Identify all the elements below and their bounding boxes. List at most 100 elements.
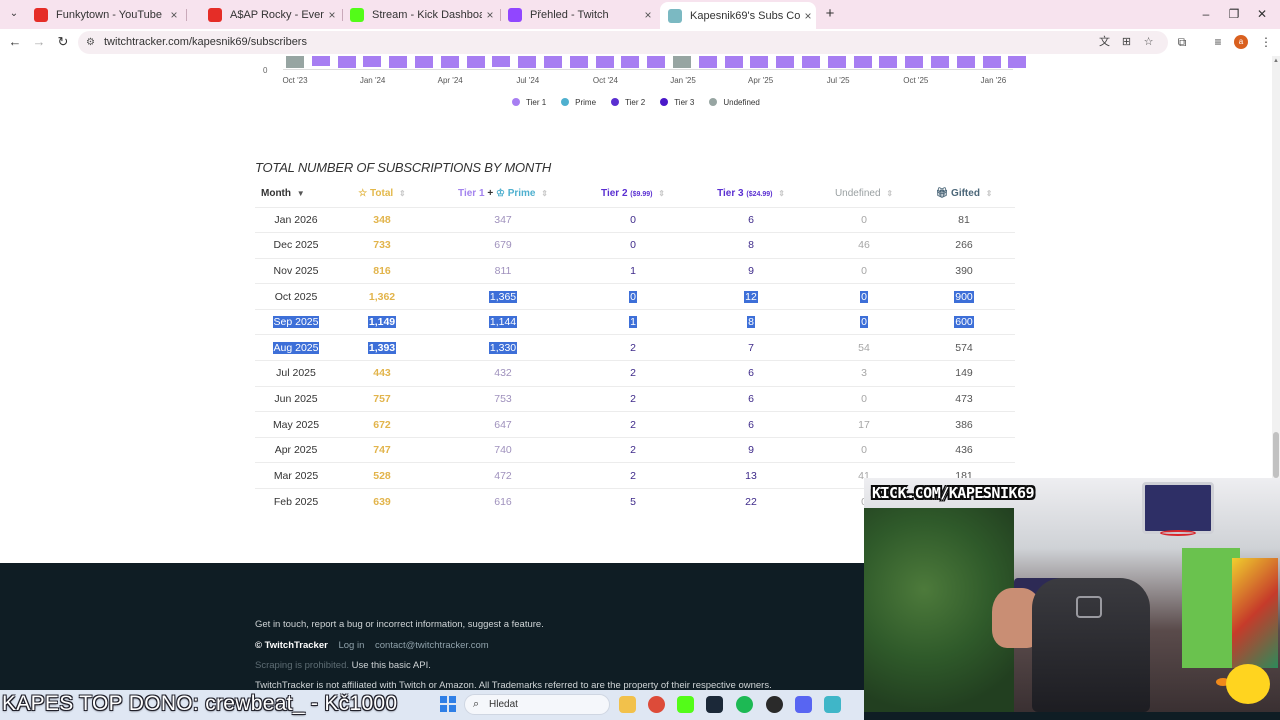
cell-value: 54 xyxy=(858,341,870,354)
cell-total: 639 xyxy=(337,488,427,515)
tab-asap-rocky[interactable]: A$AP Rocky - Everyday (Officia × xyxy=(200,4,340,26)
table-row: Nov 2025 816 811 1 9 0 390 xyxy=(255,257,1015,284)
tab-search-icon[interactable]: ⌄ xyxy=(6,6,22,22)
kick-app-icon[interactable] xyxy=(677,696,694,713)
legend-item[interactable]: Tier 2 xyxy=(611,96,645,108)
cell-total: 747 xyxy=(337,436,427,463)
bookmark-star-icon[interactable]: ☆ xyxy=(1141,35,1156,50)
chart-bar xyxy=(853,56,872,68)
tab-title: Funkytown - YouTube xyxy=(56,9,162,21)
legend-item[interactable]: Tier 3 xyxy=(660,96,694,108)
cell-value: Sep 2025 xyxy=(272,316,320,329)
url-text[interactable]: twitchtracker.com/kapesnik69/subscribers xyxy=(104,36,307,48)
chart-bar xyxy=(595,56,614,68)
footer-links: © TwitchTracker Log in contact@twitchtra… xyxy=(255,640,489,651)
address-bar[interactable]: ⚙ twitchtracker.com/kapesnik69/subscribe… xyxy=(78,31,1168,54)
tab-twitch-overview[interactable]: Přehled - Twitch × xyxy=(500,4,656,26)
app-icon[interactable] xyxy=(824,696,841,713)
reload-icon[interactable]: ↻ xyxy=(55,34,71,50)
cell-undef: 0 xyxy=(815,436,913,463)
menu-icon[interactable]: ⋮ xyxy=(1258,34,1274,50)
footer-login-link[interactable]: Log in xyxy=(338,640,364,651)
tab-kick-dashboard[interactable]: Stream - Kick Dashboard × xyxy=(342,4,498,26)
taskbar-search[interactable]: ⌕ Hledat xyxy=(464,694,610,715)
cell-value: 639 xyxy=(373,495,391,508)
cell-t3: 6 xyxy=(687,411,815,438)
obs-icon[interactable] xyxy=(766,696,783,713)
close-tab-icon[interactable]: × xyxy=(324,8,340,22)
footer-contact-line[interactable]: Get in touch, report a bug or incorrect … xyxy=(255,619,544,630)
cell-value: 2 xyxy=(630,444,636,457)
sort-icon: ⇕ xyxy=(658,189,665,199)
legend-item[interactable]: Tier 1 xyxy=(512,96,546,108)
column-header-undefined[interactable]: Undefined ⇕ xyxy=(815,181,913,207)
chrome-icon[interactable] xyxy=(648,696,665,713)
install-app-icon[interactable]: ⊞ xyxy=(1119,35,1134,50)
forward-icon[interactable]: → xyxy=(31,34,47,50)
windows-start-icon[interactable] xyxy=(440,696,456,712)
chart-bar xyxy=(724,56,743,68)
steam-icon[interactable] xyxy=(706,696,723,713)
cell-value: 0 xyxy=(861,392,867,405)
table-row: Jun 2025 757 753 2 6 0 473 xyxy=(255,385,1015,412)
close-tab-icon[interactable]: × xyxy=(482,8,498,22)
subscriptions-table: Month ▼ ☆ Total ⇕ Tier 1 + ♔ Prime ⇕ Tie… xyxy=(255,181,1015,515)
media-controls-icon[interactable]: ≡ xyxy=(1210,34,1226,50)
footer-api-link[interactable]: Use this basic API. xyxy=(352,660,431,671)
file-explorer-icon[interactable] xyxy=(619,696,636,713)
cell-t2: 1 xyxy=(579,308,687,335)
y-axis-zero-label: 0 xyxy=(263,66,268,75)
footer-email-link[interactable]: contact@twitchtracker.com xyxy=(375,640,489,651)
cell-t3: 9 xyxy=(687,436,815,463)
x-tick-label: Oct '25 xyxy=(903,76,929,85)
x-tick-label: Jan '25 xyxy=(670,76,696,85)
close-tab-icon[interactable]: × xyxy=(800,9,816,23)
cell-value: 6 xyxy=(748,367,754,380)
legend-dot-icon xyxy=(561,98,570,106)
close-tab-icon[interactable]: × xyxy=(640,8,656,22)
translate-icon[interactable]: 文 xyxy=(1097,35,1112,50)
scroll-up-icon[interactable]: ▲ xyxy=(1272,58,1280,66)
cell-value: 1,330 xyxy=(488,341,518,354)
cell-t3: 13 xyxy=(687,462,815,489)
minimize-icon[interactable]: – xyxy=(1198,6,1214,22)
column-header-tier2[interactable]: Tier 2 ($9.99) ⇕ xyxy=(579,181,687,207)
back-icon[interactable]: ← xyxy=(7,34,23,50)
cell-t1: 679 xyxy=(427,232,579,259)
cell-value: 616 xyxy=(494,495,512,508)
page-scrollbar[interactable] xyxy=(1272,56,1280,478)
chart-bar xyxy=(311,56,330,66)
discord-icon[interactable] xyxy=(795,696,812,713)
scrollbar-thumb[interactable] xyxy=(1273,432,1279,478)
cell-undef: 0 xyxy=(815,257,913,284)
cell-t1: 432 xyxy=(427,360,579,387)
new-tab-button[interactable]: + xyxy=(822,6,838,22)
column-header-tier1-prime[interactable]: Tier 1 + ♔ Prime ⇕ xyxy=(427,181,579,207)
column-header-gifted[interactable]: 🎁︎ Gifted ⇕ xyxy=(913,181,1015,207)
spotify-icon[interactable] xyxy=(736,696,753,713)
tab-twitchtracker-active[interactable]: Kapesnik69's Subs Count and S × xyxy=(660,2,816,29)
cell-value: 9 xyxy=(748,264,754,277)
column-header-tier3[interactable]: Tier 3 ($24.99) ⇕ xyxy=(687,181,815,207)
header-label: Tier 2 xyxy=(601,188,628,200)
cell-value: 390 xyxy=(955,264,973,277)
cell-undef: 17 xyxy=(815,411,913,438)
extensions-icon[interactable]: ⧉ xyxy=(1174,34,1190,50)
column-header-total[interactable]: ☆ Total ⇕ xyxy=(337,181,427,207)
site-info-icon[interactable]: ⚙ xyxy=(86,36,99,49)
close-window-icon[interactable]: ✕ xyxy=(1254,6,1270,22)
cell-month: Jun 2025 xyxy=(255,385,337,412)
cell-month: Jan 2026 xyxy=(255,206,337,233)
close-tab-icon[interactable]: × xyxy=(166,8,182,22)
legend-item[interactable]: Undefined xyxy=(709,96,760,108)
tab-funkytown[interactable]: Funkytown - YouTube × xyxy=(26,4,182,26)
cell-value: 0 xyxy=(860,290,868,303)
cell-value: 0 xyxy=(630,239,636,252)
cell-total: 816 xyxy=(337,257,427,284)
column-header-month[interactable]: Month ▼ xyxy=(255,181,337,207)
restore-icon[interactable]: ❐ xyxy=(1226,6,1242,22)
cell-gifted: 600 xyxy=(913,308,1015,335)
chart-bar xyxy=(750,56,769,68)
profile-avatar[interactable]: a xyxy=(1234,35,1248,49)
legend-item[interactable]: Prime xyxy=(561,96,596,108)
